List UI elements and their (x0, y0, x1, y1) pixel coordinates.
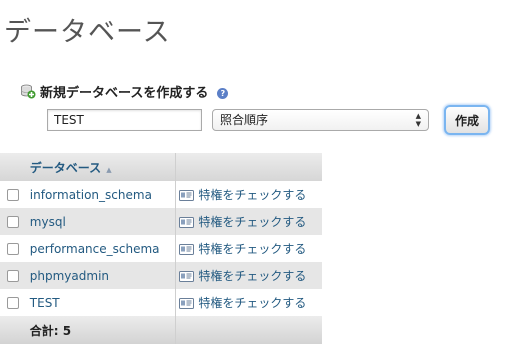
database-link[interactable]: information_schema (28, 188, 152, 202)
table-row: information_schema 特権をチェックする (0, 181, 322, 208)
row-checkbox[interactable] (7, 243, 19, 255)
sort-asc-icon[interactable]: ▲ (106, 166, 111, 174)
help-icon[interactable]: ? (217, 87, 229, 99)
create-button[interactable]: 作成 (444, 105, 490, 135)
table-row: phpmyadmin 特権をチェックする (0, 262, 322, 289)
database-link[interactable]: TEST (28, 296, 60, 310)
total-count: 合計: 5 (29, 323, 72, 338)
check-privileges-link[interactable]: 特権をチェックする (198, 269, 306, 283)
collation-select[interactable]: 照合順序 ▲ ▼ (212, 109, 429, 131)
database-column-label[interactable]: データベース (28, 161, 101, 175)
database-link[interactable]: phpmyadmin (28, 269, 109, 283)
privileges-icon[interactable] (179, 217, 195, 228)
page-title: データベース (4, 17, 171, 48)
database-column-header[interactable]: データベース ▲ (27, 153, 177, 181)
select-arrows-icon: ▲ ▼ (415, 112, 421, 128)
privileges-icon[interactable] (179, 271, 195, 282)
row-checkbox[interactable] (7, 297, 19, 309)
privileges-icon[interactable] (179, 244, 195, 255)
footer-action-cell (175, 316, 322, 344)
privileges-icon[interactable] (179, 298, 195, 309)
databases-table: データベース ▲ information_schema 特権をチェックする mys… (0, 153, 322, 344)
create-database-label: 新規データベースを作成する (40, 85, 209, 101)
table-header-row: データベース ▲ (0, 153, 322, 181)
table-row: TEST 特権をチェックする (0, 289, 322, 316)
row-checkbox[interactable] (7, 216, 19, 228)
database-name-input[interactable] (47, 109, 202, 131)
table-row: performance_schema 特権をチェックする (0, 235, 322, 262)
database-add-icon (20, 83, 36, 99)
check-privileges-link[interactable]: 特権をチェックする (198, 296, 306, 310)
check-privileges-link[interactable]: 特権をチェックする (198, 242, 306, 256)
database-link[interactable]: performance_schema (28, 242, 160, 256)
row-checkbox[interactable] (7, 189, 19, 201)
check-privileges-link[interactable]: 特権をチェックする (198, 215, 306, 229)
collation-selected-value: 照合順序 (220, 113, 269, 127)
header-action-cell (175, 153, 322, 181)
footer-check-cell (0, 316, 28, 344)
database-link[interactable]: mysql (28, 215, 66, 229)
row-checkbox[interactable] (7, 270, 19, 282)
create-database-label-row: 新規データベースを作成する ? (20, 82, 229, 101)
table-row: mysql 特権をチェックする (0, 208, 322, 235)
privileges-icon[interactable] (179, 190, 195, 201)
header-check-cell (0, 153, 28, 181)
check-privileges-link[interactable]: 特権をチェックする (198, 188, 306, 202)
table-footer-row: 合計: 5 (0, 316, 322, 344)
